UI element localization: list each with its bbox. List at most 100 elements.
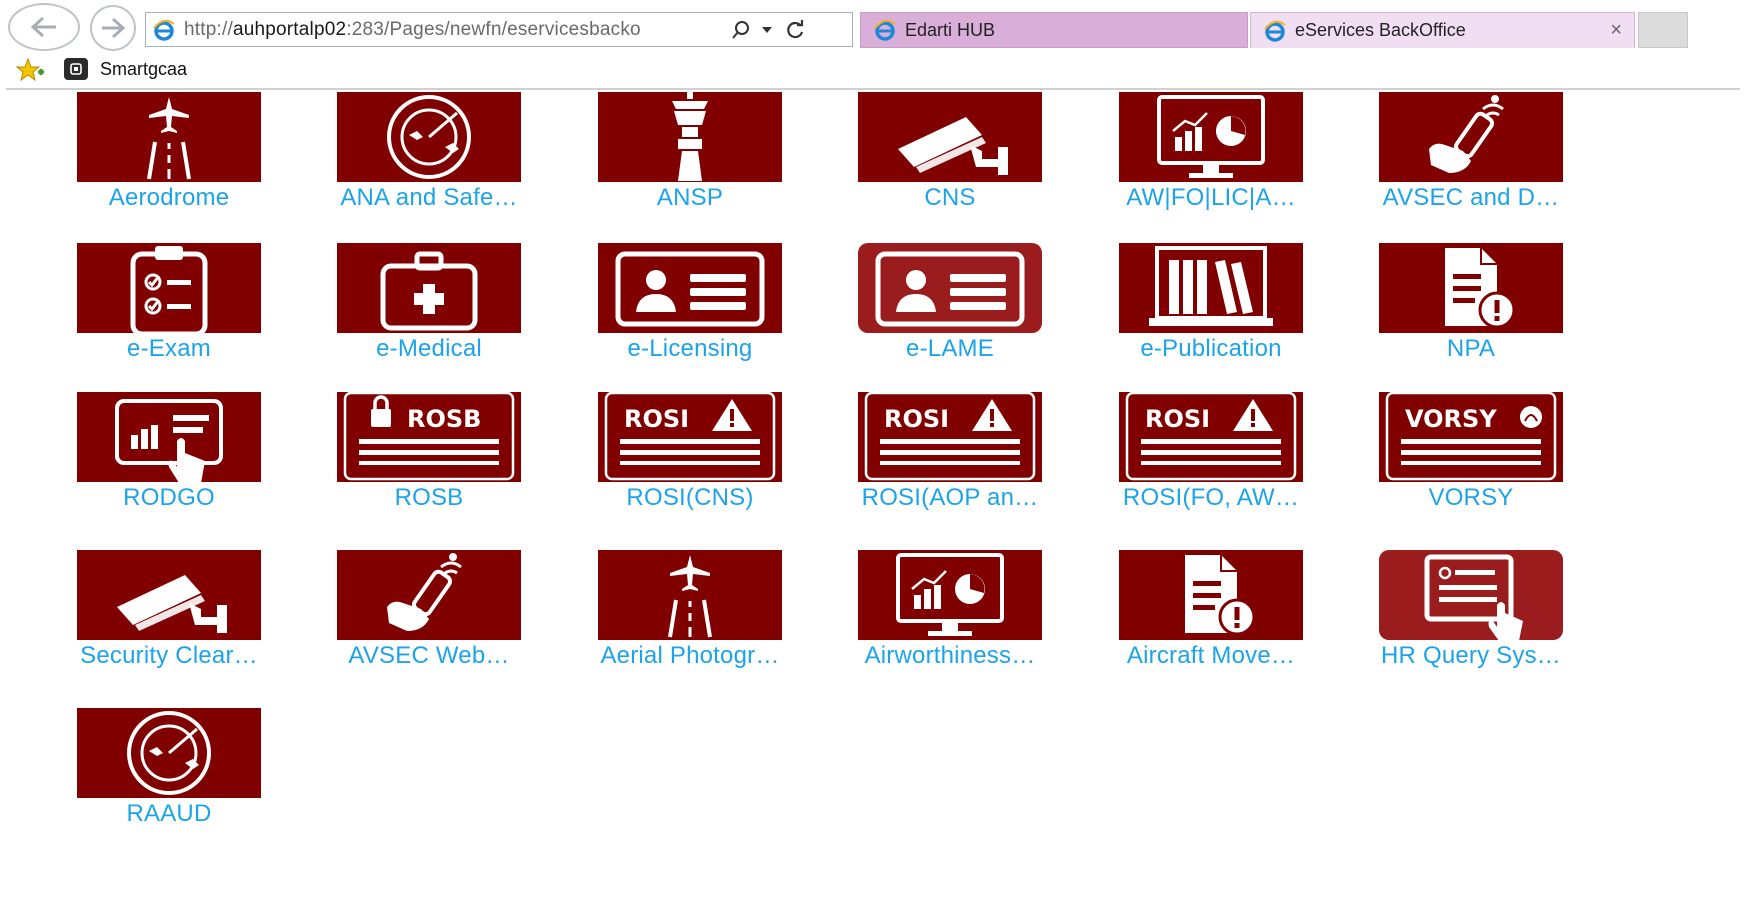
control-tower-icon[interactable]	[598, 91, 782, 182]
tile-label[interactable]: RODGO	[24, 484, 314, 512]
tile-label[interactable]: AW|FO|LIC|A…	[1066, 184, 1356, 212]
bookshelf-icon[interactable]	[1119, 243, 1303, 333]
tile-rosi-cns[interactable]: ROSI ROSI(CNS)	[545, 391, 835, 526]
tile-rosi-aop-an[interactable]: ROSI ROSI(AOP an…	[805, 391, 1095, 526]
security-camera-icon[interactable]	[77, 550, 261, 640]
forward-arrow-icon	[102, 17, 126, 39]
tile-label[interactable]: HR Query Sys…	[1326, 642, 1616, 670]
back-arrow-icon	[30, 16, 56, 38]
tile-e-lame[interactable]: e-LAME	[805, 243, 1095, 377]
tile-label[interactable]: CNS	[805, 184, 1095, 212]
tile-ansp[interactable]: ANSP	[545, 91, 835, 226]
hand-scanner-icon[interactable]	[1379, 92, 1563, 182]
browser-chrome: http://auhportalp02:283/Pages/newfn/eser…	[0, 0, 1746, 90]
favorites-star-icon[interactable]	[16, 58, 48, 84]
page-icon	[64, 58, 88, 80]
tile-e-publication[interactable]: e-Publication	[1066, 243, 1356, 377]
document-alert-icon[interactable]	[1379, 243, 1563, 333]
ie-logo-icon	[874, 19, 896, 41]
tile-label[interactable]: e-Publication	[1066, 335, 1356, 363]
tile-aircraft-move[interactable]: Aircraft Move…	[1066, 550, 1356, 684]
dropdown-icon[interactable]	[754, 17, 780, 43]
tile-label[interactable]: Airworthiness…	[805, 642, 1095, 670]
eservices-tile-grid: Aerodrome ANA and Safe… ANSP CNS AW|FO|L…	[0, 90, 1746, 919]
tile-label[interactable]: Aerial Photogr…	[545, 642, 835, 670]
tile-aw-fo-lic-a[interactable]: AW|FO|LIC|A…	[1066, 92, 1356, 226]
id-card-icon[interactable]	[598, 243, 782, 333]
security-camera-icon[interactable]	[858, 92, 1042, 182]
close-icon[interactable]: ×	[1610, 19, 1622, 42]
tile-label[interactable]: Security Clear…	[24, 642, 314, 670]
lock-form-icon[interactable]: ROSB	[337, 391, 521, 482]
new-tab-button[interactable]	[1638, 12, 1688, 48]
tile-e-medical[interactable]: e-Medical	[284, 243, 574, 377]
tile-rosi-fo-aw[interactable]: ROSI ROSI(FO, AW…	[1066, 391, 1356, 526]
favorite-link-smartgcaa[interactable]: Smartgcaa	[64, 58, 187, 80]
tab-eservices-backoffice[interactable]: eServices BackOffice ×	[1250, 12, 1635, 48]
runway-plane-icon[interactable]	[77, 92, 261, 182]
vorsy-form-icon[interactable]: VORSY	[1379, 391, 1563, 482]
tile-label[interactable]: Aerodrome	[24, 184, 314, 212]
tile-vorsy[interactable]: VORSY VORSY	[1326, 391, 1616, 526]
tile-label[interactable]: Aircraft Move…	[1066, 642, 1356, 670]
svg-text:ROSB: ROSB	[407, 405, 481, 433]
tablet-touch-icon[interactable]	[77, 392, 261, 483]
ie-logo-icon	[153, 19, 175, 41]
tab-edarti-hub[interactable]: Edarti HUB	[860, 12, 1248, 48]
address-bar[interactable]: http://auhportalp02:283/Pages/newfn/eser…	[145, 12, 853, 47]
tile-label[interactable]: VORSY	[1326, 484, 1616, 512]
monitor-chart-icon[interactable]	[1119, 92, 1303, 182]
tile-npa[interactable]: NPA	[1326, 243, 1616, 377]
tile-label[interactable]: AVSEC Web…	[284, 642, 574, 670]
warning-form-icon[interactable]: ROSI	[598, 391, 782, 482]
radar-icon[interactable]	[337, 92, 521, 182]
back-button[interactable]	[8, 3, 80, 51]
tile-airworthiness[interactable]: Airworthiness…	[805, 550, 1095, 684]
tile-security-clear[interactable]: Security Clear…	[24, 550, 314, 684]
tile-label[interactable]: e-Licensing	[545, 335, 835, 363]
radar-icon[interactable]	[77, 708, 261, 798]
svg-text:ROSI: ROSI	[624, 405, 689, 433]
tile-label[interactable]: ANA and Safe…	[284, 184, 574, 212]
clipboard-checklist-icon[interactable]	[77, 243, 261, 337]
refresh-icon[interactable]	[782, 17, 808, 43]
tile-aerodrome[interactable]: Aerodrome	[24, 92, 314, 226]
tile-e-licensing[interactable]: e-Licensing	[545, 243, 835, 377]
tile-label[interactable]: e-Medical	[284, 335, 574, 363]
document-alert-icon[interactable]	[1119, 550, 1303, 640]
hand-scanner-icon[interactable]	[337, 550, 521, 640]
monitor-chart-icon[interactable]	[858, 550, 1042, 640]
tile-rodgo[interactable]: RODGO	[24, 392, 314, 526]
tile-label[interactable]: e-LAME	[805, 335, 1095, 363]
tile-hr-query-sys[interactable]: HR Query Sys…	[1326, 550, 1616, 684]
tile-cns[interactable]: CNS	[805, 92, 1095, 226]
tile-aerial-photogr[interactable]: Aerial Photogr…	[545, 550, 835, 684]
tile-label[interactable]: e-Exam	[24, 335, 314, 363]
tile-label[interactable]: NPA	[1326, 335, 1616, 363]
tile-raaud[interactable]: RAAUD	[24, 708, 314, 842]
favorites-bar: Smartgcaa	[0, 54, 1746, 88]
search-icon[interactable]	[728, 17, 754, 43]
tile-label[interactable]: ROSB	[284, 484, 574, 512]
warning-form-icon[interactable]: ROSI	[1119, 391, 1303, 482]
tile-label[interactable]: ANSP	[545, 184, 835, 212]
hand-document-icon[interactable]	[1379, 550, 1563, 641]
address-url[interactable]: http://auhportalp02:283/Pages/newfn/eser…	[184, 19, 759, 41]
tile-avsec-web[interactable]: AVSEC Web…	[284, 550, 574, 684]
id-card-icon[interactable]	[858, 243, 1042, 333]
tile-e-exam[interactable]: e-Exam	[24, 243, 314, 377]
tile-ana-and-safe[interactable]: ANA and Safe…	[284, 92, 574, 226]
tile-label[interactable]: RAAUD	[24, 800, 314, 828]
forward-button[interactable]	[90, 5, 136, 51]
warning-form-icon[interactable]: ROSI	[858, 391, 1042, 482]
medical-kit-icon[interactable]	[337, 243, 521, 333]
ie-logo-icon	[1264, 20, 1286, 42]
tile-rosb[interactable]: ROSB ROSB	[284, 391, 574, 526]
tile-label[interactable]: ROSI(CNS)	[545, 484, 835, 512]
favorite-label: Smartgcaa	[100, 58, 188, 79]
tile-avsec-and-d[interactable]: AVSEC and D…	[1326, 92, 1616, 226]
tile-label[interactable]: AVSEC and D…	[1326, 184, 1616, 212]
tile-label[interactable]: ROSI(AOP an…	[805, 484, 1095, 512]
runway-plane-icon[interactable]	[598, 550, 782, 640]
tile-label[interactable]: ROSI(FO, AW…	[1066, 484, 1356, 512]
